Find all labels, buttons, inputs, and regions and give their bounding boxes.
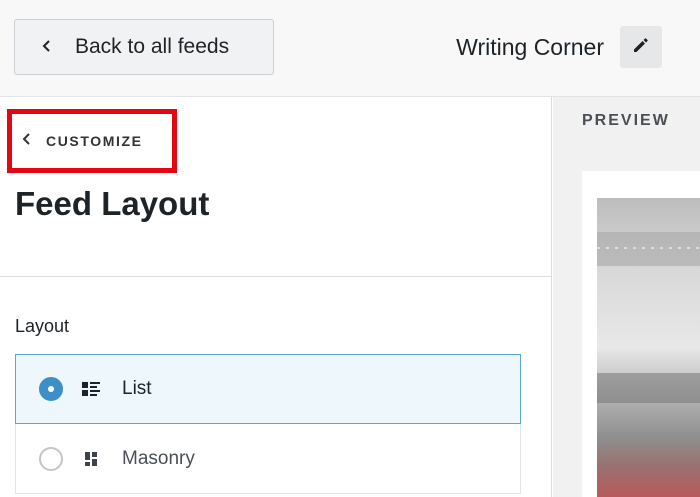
preview-post-image[interactable]: [597, 198, 700, 497]
feed-title: Writing Corner: [456, 34, 604, 60]
radio-unselected[interactable]: [39, 446, 63, 471]
layout-option-label: List: [122, 378, 152, 399]
list-icon: [80, 378, 102, 400]
layout-option-label: Masonry: [122, 447, 195, 469]
pencil-icon: [632, 36, 650, 59]
edit-title-button[interactable]: [620, 26, 662, 68]
preview-feed-card: [582, 171, 700, 497]
section-title: Feed Layout: [15, 185, 210, 222]
chevron-left-icon: [41, 37, 55, 58]
customizer-panel: CUSTOMIZE Feed Layout Layout List Masonr…: [0, 97, 552, 497]
layout-heading: Layout: [15, 316, 70, 336]
preview-label: PREVIEW: [582, 112, 670, 129]
layout-option-masonry[interactable]: Masonry: [15, 424, 521, 494]
customize-label: CUSTOMIZE: [46, 133, 143, 149]
radio-selected[interactable]: [39, 377, 63, 401]
back-to-feeds-button[interactable]: Back to all feeds: [14, 19, 274, 75]
customize-breadcrumb-link[interactable]: CUSTOMIZE: [7, 109, 177, 173]
layout-option-list[interactable]: List: [15, 354, 521, 424]
panel-header: CUSTOMIZE Feed Layout: [0, 97, 552, 277]
masonry-icon: [80, 448, 102, 470]
back-button-label: Back to all feeds: [75, 35, 230, 58]
preview-area: PREVIEW: [553, 97, 700, 497]
chevron-left-icon: [22, 133, 32, 149]
top-bar: Back to all feeds Writing Corner: [0, 0, 700, 97]
